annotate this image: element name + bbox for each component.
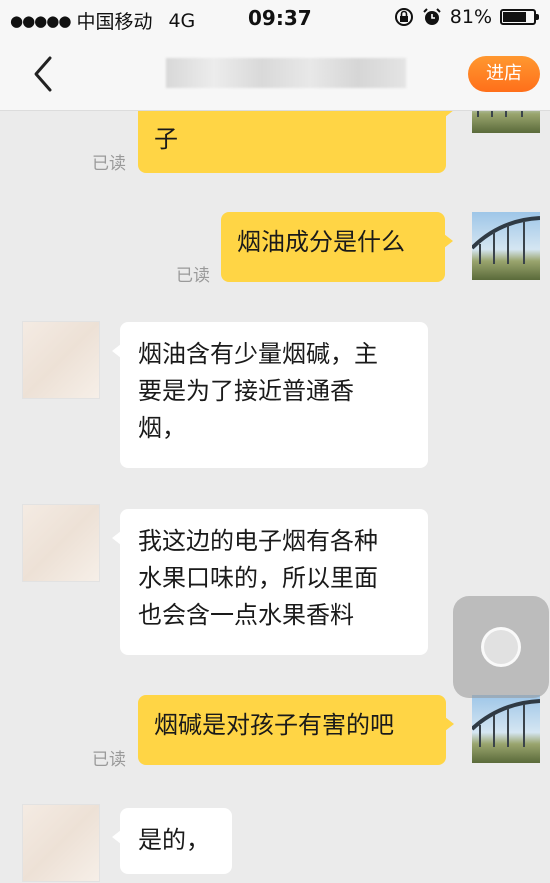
message-line: 是的，	[138, 826, 210, 854]
chevron-left-icon	[34, 56, 52, 92]
bridge-photo-icon	[472, 699, 540, 747]
clock: 09:37	[248, 6, 312, 30]
carrier-name: 中国移动	[76, 11, 153, 33]
message-line: 要是为了接近普通香	[138, 377, 354, 405]
read-receipt: 已读	[176, 266, 210, 286]
status-bar: ●●●●● 中国移动 4G 09:37 81%	[0, 0, 550, 36]
my-message-bubble[interactable]: 子	[138, 111, 454, 173]
my-message-bubble[interactable]: 烟油成分是什么	[221, 212, 453, 282]
my-avatar[interactable]	[472, 111, 540, 133]
contact-avatar[interactable]	[22, 504, 100, 582]
their-message-bubble[interactable]: 是的，	[112, 808, 232, 874]
read-receipt: 已读	[92, 750, 126, 770]
network-type: 4G	[168, 9, 196, 32]
message-text: 烟油成分是什么	[237, 228, 405, 256]
read-receipt: 已读	[92, 154, 126, 174]
chat-header: 进店	[0, 36, 550, 111]
enter-store-button[interactable]: 进店	[468, 56, 540, 92]
message-line: 烟油含有少量烟碱，主	[138, 340, 378, 368]
bridge-photo-icon	[472, 216, 540, 264]
message-text: 烟碱是对孩子有害的吧	[154, 711, 394, 739]
battery-icon	[500, 9, 539, 25]
back-button[interactable]	[26, 54, 62, 94]
contact-avatar[interactable]	[22, 804, 100, 882]
rotation-lock-icon	[394, 8, 413, 26]
message-list[interactable]: 子 已读 烟油成分是什么 已读 烟油含有少量烟碱，主 要是为了接近普通香 烟， …	[0, 111, 550, 883]
carrier-info: ●●●●● 中国移动 4G	[10, 7, 195, 34]
assistive-touch-button[interactable]	[453, 596, 549, 698]
message-line: 烟，	[138, 414, 186, 442]
my-avatar[interactable]	[472, 695, 540, 763]
message-line: 水果口味的，所以里面	[138, 564, 378, 592]
message-line: 我这边的电子烟有各种	[138, 527, 378, 555]
their-message-bubble[interactable]: 烟油含有少量烟碱，主 要是为了接近普通香 烟，	[112, 322, 428, 468]
message-text: 子	[154, 125, 178, 153]
alarm-clock-icon	[423, 8, 441, 25]
battery-percent: 81%	[449, 6, 492, 28]
their-message-bubble[interactable]: 我这边的电子烟有各种 水果口味的，所以里面 也会含一点水果香料	[112, 509, 428, 655]
message-line: 也会含一点水果香料	[138, 601, 354, 629]
bridge-photo-icon	[477, 111, 523, 117]
signal-strength-icon: ●●●●●	[10, 11, 71, 30]
assistive-touch-icon	[481, 627, 521, 667]
status-right: 81%	[394, 6, 539, 28]
battery-level-fill	[503, 12, 526, 22]
my-avatar[interactable]	[472, 212, 540, 280]
my-message-bubble[interactable]: 烟碱是对孩子有害的吧	[138, 695, 454, 765]
contact-avatar[interactable]	[22, 321, 100, 399]
contact-name-redacted	[166, 58, 406, 88]
